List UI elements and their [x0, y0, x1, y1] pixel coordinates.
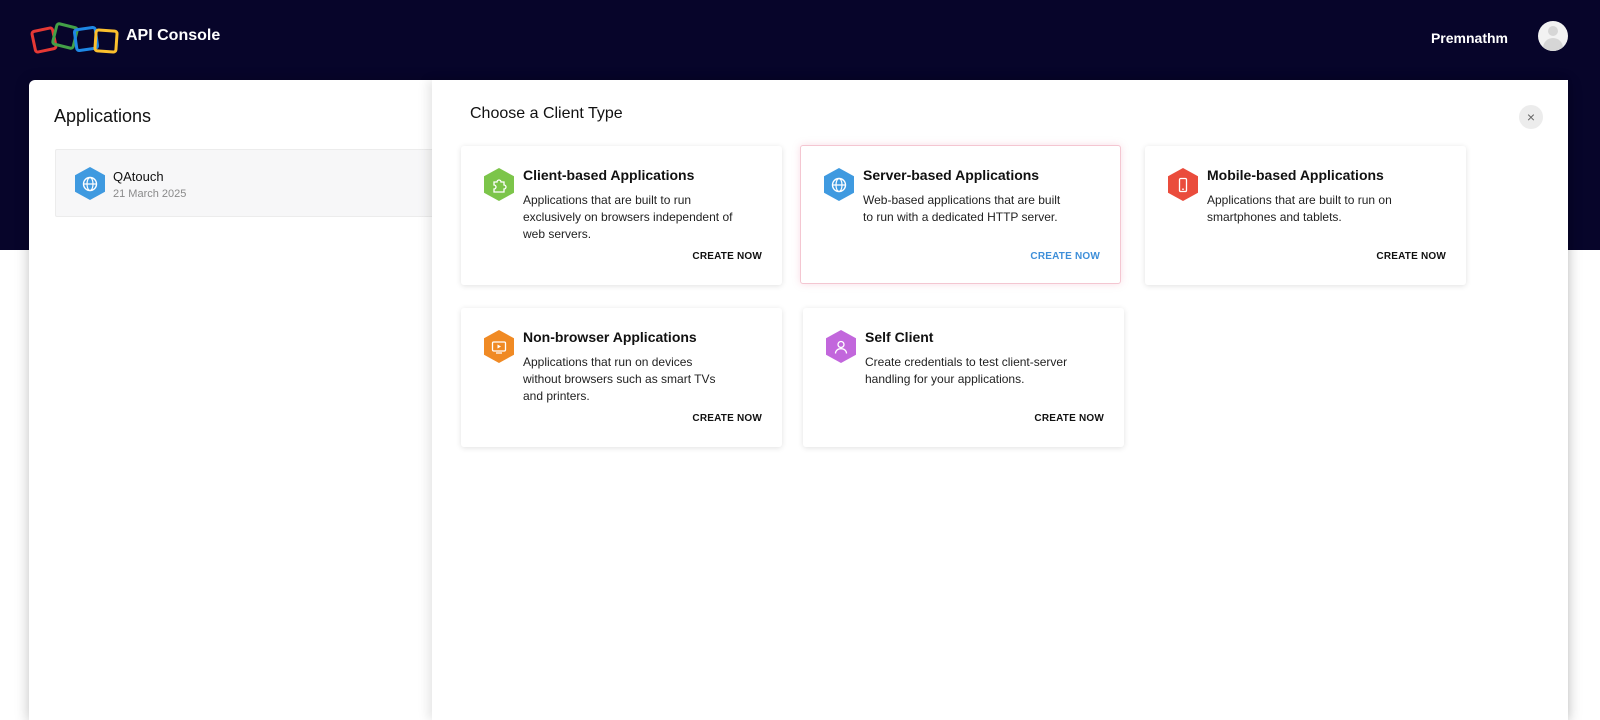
- server-based-card[interactable]: Server-based Applications Web-based appl…: [800, 145, 1121, 284]
- applications-title: Applications: [54, 106, 152, 126]
- non-browser-card[interactable]: Non-browser Applications Applications th…: [461, 308, 782, 447]
- create-now-button[interactable]: CREATE NOW: [1030, 251, 1100, 262]
- user-name[interactable]: Premnathm: [1431, 30, 1508, 46]
- card-title: Client-based Applications: [523, 167, 695, 183]
- create-now-button[interactable]: CREATE NOW: [1034, 413, 1104, 424]
- card-description: Applications that run on devices without…: [523, 355, 716, 403]
- card-title: Self Client: [865, 329, 934, 345]
- mobile-icon: [1168, 168, 1198, 201]
- card-description: Applications that are built to run exclu…: [523, 193, 733, 241]
- application-date: 21 March 2025: [113, 188, 187, 200]
- card-description: Web-based applications that are built to…: [863, 193, 1061, 224]
- top-header: API Console Premnathm: [0, 0, 1600, 78]
- panel-title: Choose a Client Type: [470, 105, 623, 122]
- self-client-card[interactable]: Self Client Create credentials to test c…: [803, 308, 1124, 447]
- mobile-based-card[interactable]: Mobile-based Applications Applications t…: [1145, 146, 1466, 285]
- card-title: Non-browser Applications: [523, 329, 697, 345]
- application-name[interactable]: QAtouch: [113, 169, 164, 184]
- globe-icon: [824, 168, 854, 201]
- client-based-card[interactable]: Client-based Applications Applications t…: [461, 146, 782, 285]
- card-description: Create credentials to test client-server…: [865, 355, 1068, 386]
- card-title: Server-based Applications: [863, 167, 1040, 183]
- card-description: Applications that are built to run on sm…: [1207, 193, 1392, 224]
- zoho-logo[interactable]: [28, 21, 120, 56]
- app-title: API Console: [126, 27, 221, 44]
- client-type-panel: Choose a Client Type × Client-based Appl…: [432, 80, 1568, 720]
- card-title: Mobile-based Applications: [1207, 167, 1384, 183]
- user-icon: [826, 330, 856, 363]
- application-list-item[interactable]: QAtouch 21 March 2025: [55, 149, 455, 217]
- close-button[interactable]: ×: [1519, 105, 1543, 129]
- tv-icon: [484, 330, 514, 363]
- create-now-button[interactable]: CREATE NOW: [692, 251, 762, 262]
- user-avatar[interactable]: [1538, 21, 1568, 51]
- create-now-button[interactable]: CREATE NOW: [1376, 251, 1446, 262]
- create-now-button[interactable]: CREATE NOW: [692, 413, 762, 424]
- globe-icon: [75, 167, 105, 200]
- puzzle-icon: [484, 168, 514, 201]
